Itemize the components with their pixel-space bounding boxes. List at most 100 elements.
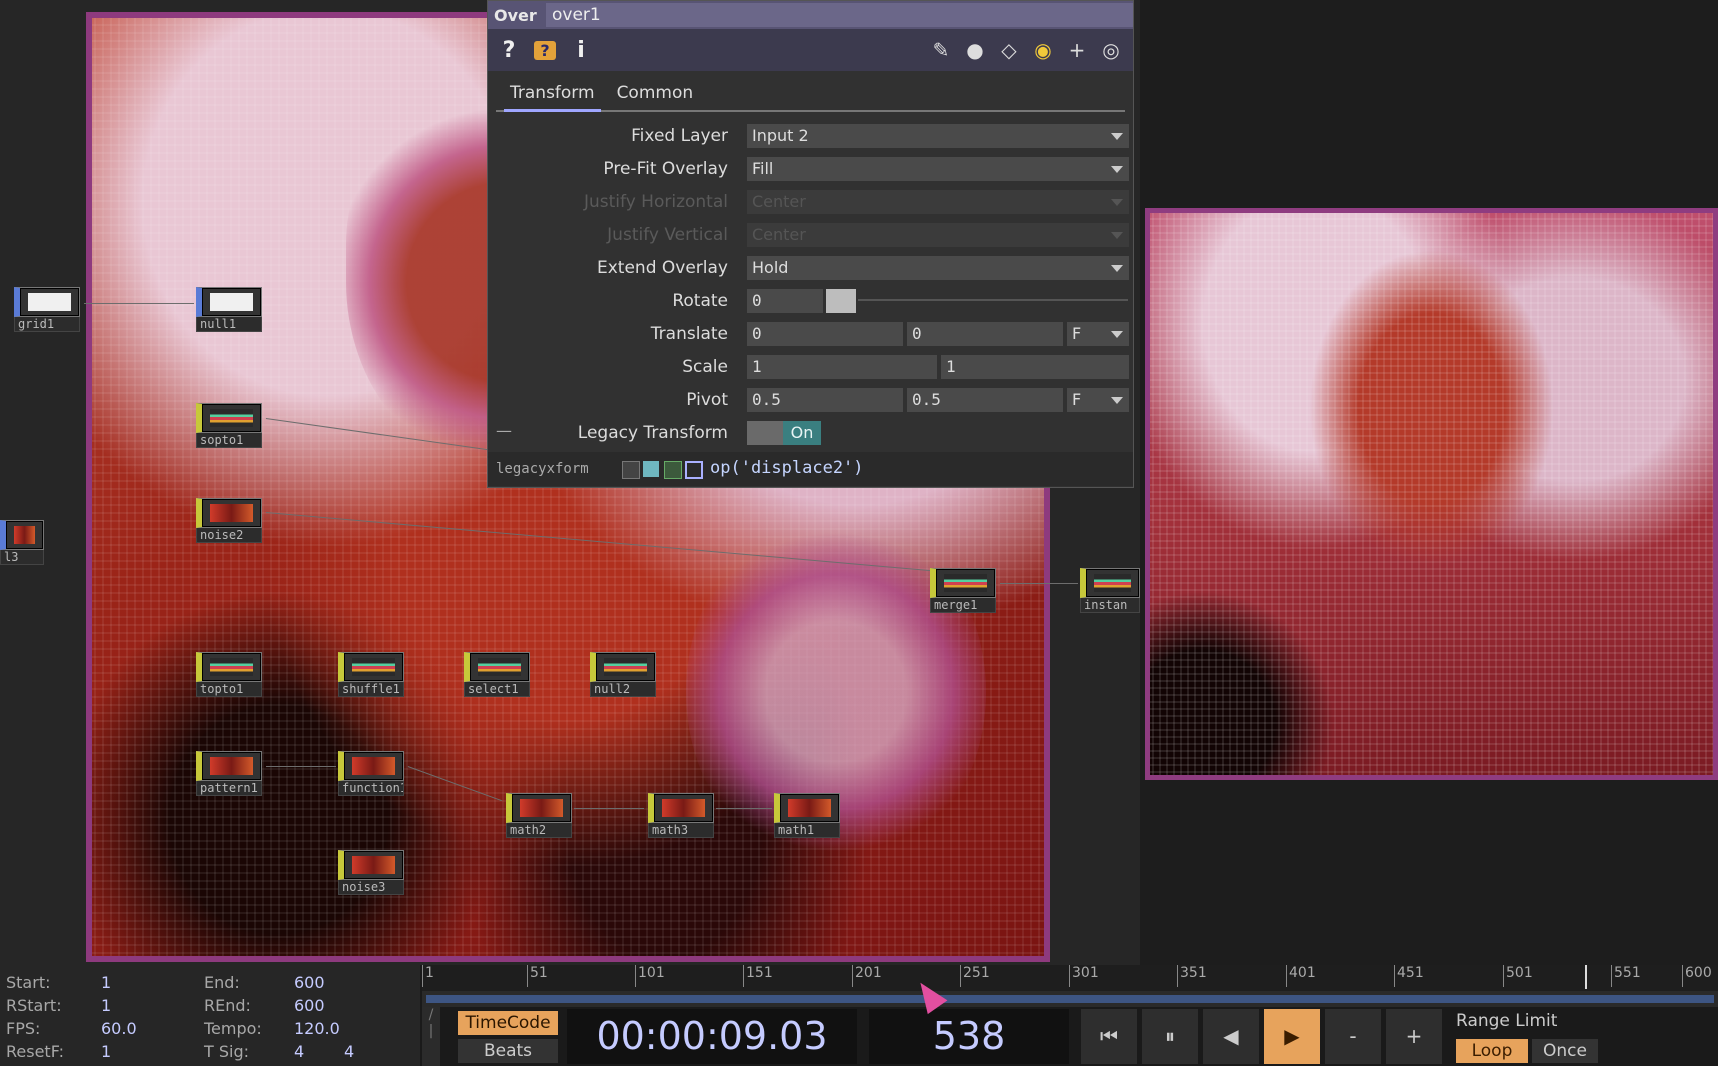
resetf-stat[interactable]: ResetF: 1 [6, 1042, 111, 1061]
menu-value: F [1072, 390, 1082, 409]
stat-label: Start: [6, 973, 51, 992]
pivot-y-field[interactable]: 0.5 [907, 388, 1063, 412]
node-math1[interactable]: math1 [774, 793, 840, 838]
tick-label: 251 [960, 965, 990, 987]
node-math3[interactable]: math3 [648, 793, 714, 838]
loop-button[interactable]: Loop [1456, 1039, 1528, 1063]
clone-icon[interactable]: ◇ [997, 38, 1021, 62]
node-thumbnail [774, 793, 840, 823]
node-label: topto1 [196, 682, 262, 697]
step-plus-button[interactable]: + [1386, 1009, 1442, 1064]
tab-transform[interactable]: Transform [504, 79, 601, 112]
pivot-unit-menu[interactable]: F [1067, 388, 1129, 412]
pencil-icon[interactable]: ✎ [929, 38, 953, 62]
step-minus-button[interactable]: - [1325, 1009, 1381, 1064]
node-null2[interactable]: null2 [590, 652, 656, 697]
timeline-side-handle[interactable]: / | [422, 1007, 440, 1066]
node-merge1[interactable]: merge1 [930, 568, 996, 613]
prefit-overlay-menu[interactable]: Fill [747, 157, 1129, 181]
info-icon[interactable]: i [570, 38, 592, 63]
chevron-down-icon [1111, 199, 1123, 206]
fixed-layer-menu[interactable]: Input 2 [747, 124, 1129, 148]
expression-field[interactable]: op('displace2') [710, 458, 864, 478]
timeline-settings: Start: 1 RStart: 1 FPS: 60.0 ResetF: 1 End: 6… [0, 965, 420, 1066]
tick-label: 401 [1286, 965, 1316, 987]
scale-x-field[interactable]: 1 [747, 355, 937, 379]
node-thumbnail [930, 568, 996, 598]
node-label: grid1 [14, 317, 80, 332]
node-noise3[interactable]: noise3 [338, 850, 404, 895]
mode-expression-icon[interactable] [643, 461, 659, 477]
pause-button[interactable]: ⏸ [1142, 1009, 1198, 1064]
timecode-display[interactable]: 00:00:09.03 [567, 1009, 857, 1064]
node-l3[interactable]: l3 [0, 520, 44, 565]
node-topto1[interactable]: topto1 [196, 652, 262, 697]
pivot-x-field[interactable]: 0.5 [747, 388, 903, 412]
once-button[interactable]: Once [1532, 1039, 1598, 1063]
legacy-transform-toggle[interactable]: On [783, 421, 821, 445]
range-limit-label: Range Limit [1456, 1011, 1558, 1031]
stat-value: 4 [294, 1042, 305, 1061]
node-null1[interactable]: null1 [196, 287, 262, 332]
node-label: null1 [196, 317, 262, 332]
rotate-slider-track[interactable] [858, 299, 1128, 301]
node-sopto1[interactable]: sopto1 [196, 403, 262, 448]
menu-value: Fill [752, 159, 774, 178]
param-prefit-overlay: Pre-Fit Overlay Fill [488, 155, 1129, 183]
node-noise2[interactable]: noise2 [196, 498, 262, 543]
timecode-mode-button[interactable]: TimeCode [458, 1011, 558, 1035]
help-icon[interactable]: ? [498, 38, 520, 63]
rotate-field[interactable]: 0 [747, 289, 823, 313]
tick-label: 51 [527, 965, 548, 987]
python-icon[interactable]: ◉ [1031, 38, 1055, 62]
frame-display[interactable]: 538 [869, 1009, 1069, 1064]
toggle-track[interactable] [747, 421, 783, 445]
menu-value: Input 2 [752, 126, 809, 145]
justify-vertical-menu[interactable]: Center [747, 223, 1129, 247]
timeline-ruler[interactable]: 1 51 101 151 201 251 301 351 401 451 501… [422, 965, 1718, 991]
rstart-stat[interactable]: RStart: 1 [6, 996, 111, 1015]
node-pattern1[interactable]: pattern1 [196, 751, 262, 796]
python-help-icon[interactable]: ? [534, 40, 556, 60]
scrollbar-thumb[interactable] [426, 995, 1714, 1003]
play-button[interactable]: ▶ [1264, 1009, 1320, 1064]
operator-name-field[interactable]: over1 [546, 3, 1133, 27]
tsig-stat[interactable]: T Sig: 4 4 [204, 1042, 354, 1061]
stat-value: 1 [101, 973, 112, 992]
plus-icon[interactable]: + [1065, 38, 1089, 62]
extend-overlay-menu[interactable]: Hold [747, 256, 1129, 280]
beats-mode-button[interactable]: Beats [458, 1039, 558, 1063]
timeline-scrollbar[interactable] [422, 991, 1718, 1007]
param-label: Pivot [686, 390, 728, 410]
translate-y-field[interactable]: 0 [907, 322, 1063, 346]
node-instan[interactable]: instan [1080, 568, 1140, 613]
playhead[interactable] [1585, 965, 1587, 989]
parameter-tabs: Transform Common [496, 71, 1125, 112]
tab-common[interactable]: Common [611, 79, 700, 110]
stat-label: FPS: [6, 1019, 41, 1038]
mode-constant-icon[interactable] [622, 461, 640, 479]
node-shuffle1[interactable]: shuffle1 [338, 652, 404, 697]
node-select1[interactable]: select1 [464, 652, 530, 697]
target-icon[interactable]: ◎ [1099, 38, 1123, 62]
mode-export-icon[interactable] [664, 461, 682, 479]
justify-horizontal-menu[interactable]: Center [747, 190, 1129, 214]
node-thumbnail [196, 751, 262, 781]
node-grid1[interactable]: grid1 [14, 287, 80, 332]
fps-stat[interactable]: FPS: 60.0 [6, 1019, 137, 1038]
end-stat[interactable]: End: 600 [204, 973, 325, 992]
scale-y-field[interactable]: 1 [941, 355, 1129, 379]
rotate-slider-handle[interactable] [826, 289, 856, 313]
collapse-icon[interactable]: — [496, 421, 512, 440]
node-function1[interactable]: function1 [338, 751, 404, 796]
step-back-button[interactable]: ◀ [1203, 1009, 1259, 1064]
tempo-stat[interactable]: Tempo: 120.0 [204, 1019, 340, 1038]
rend-stat[interactable]: REnd: 600 [204, 996, 325, 1015]
translate-unit-menu[interactable]: F [1067, 322, 1129, 346]
start-stat[interactable]: Start: 1 [6, 973, 111, 992]
comment-icon[interactable]: ● [963, 38, 987, 62]
rewind-button[interactable]: ⏮ [1081, 1009, 1137, 1064]
translate-x-field[interactable]: 0 [747, 322, 903, 346]
mode-bind-icon[interactable] [685, 461, 703, 479]
node-math2[interactable]: math2 [506, 793, 572, 838]
